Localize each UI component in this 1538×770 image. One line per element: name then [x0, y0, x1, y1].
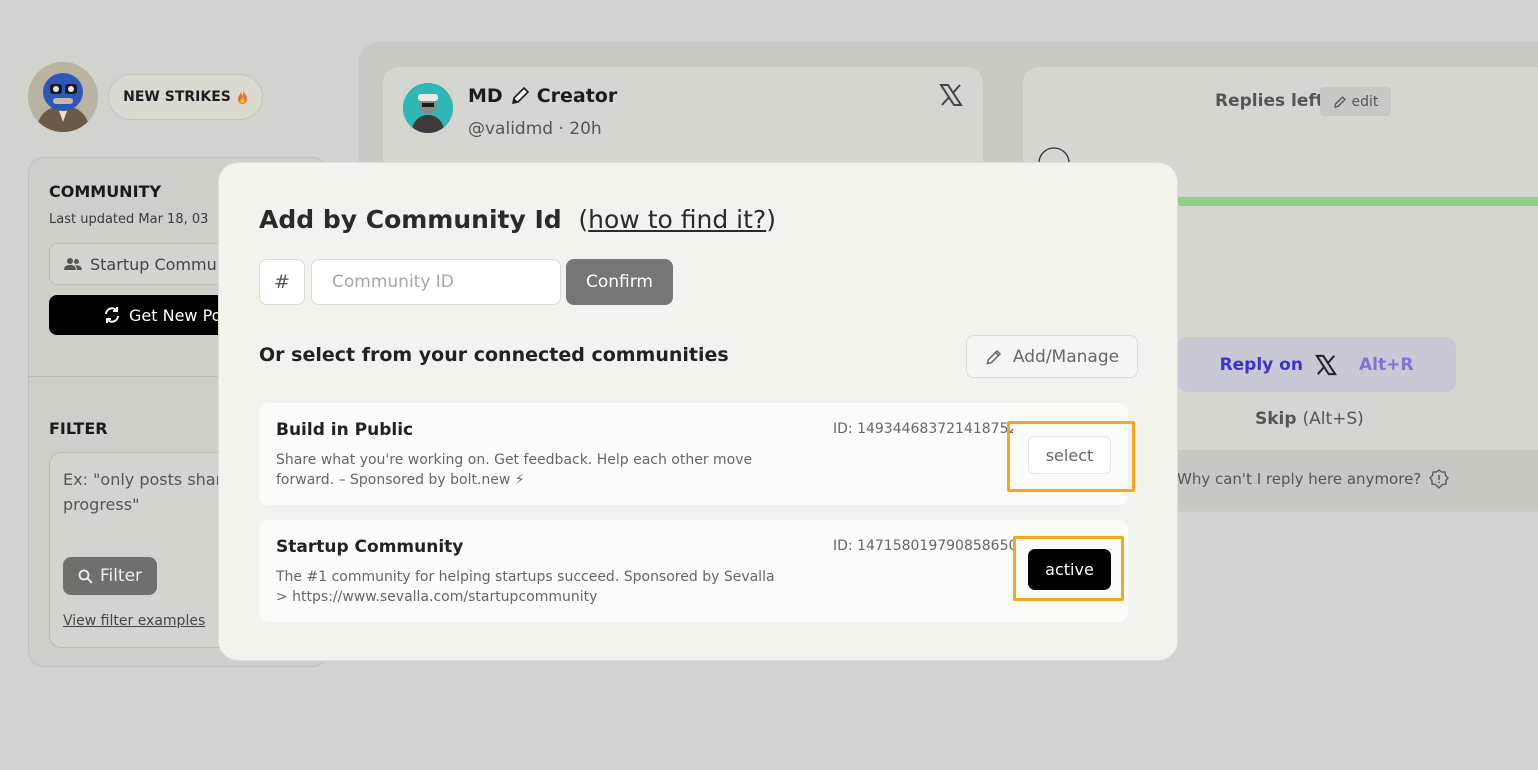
new-strikes-button[interactable]: NEW STRIKES — [108, 74, 263, 120]
highlight-box-active — [1013, 536, 1124, 601]
author-avatar-illustration — [403, 83, 453, 133]
post-author-avatar[interactable] — [403, 83, 453, 133]
paren-open: ( — [578, 205, 589, 234]
community-section-title: COMMUNITY — [49, 182, 162, 201]
hash-prefix: # — [259, 259, 305, 305]
users-icon — [64, 258, 82, 270]
replies-left-label: Replies left — [1215, 91, 1324, 111]
search-icon — [78, 569, 93, 584]
filter-button[interactable]: Filter — [63, 557, 157, 595]
filter-button-label: Filter — [99, 566, 143, 586]
refresh-icon — [105, 307, 119, 323]
community-description: Share what you're working on. Get feedba… — [276, 452, 753, 488]
modal-title: Add by Community Id (how to find it?) — [259, 205, 776, 234]
modal-title-text: Add by Community Id — [259, 205, 562, 234]
community-id-text: ID: 1493446837214187523 — [833, 421, 1013, 437]
flame-icon — [237, 90, 247, 104]
post-handle-time: @validmd · 20h — [468, 119, 602, 139]
replies-progress-bar — [1178, 197, 1538, 206]
edit-replies-button[interactable]: edit — [1320, 87, 1391, 116]
reply-shortcut: Alt+R — [1358, 354, 1414, 375]
post-author-name: MD Creator — [468, 85, 617, 107]
community-card: Build in Public Share what you're workin… — [259, 403, 1128, 505]
warning-badge-icon — [1429, 469, 1450, 489]
edit-label: edit — [1351, 93, 1379, 110]
why-cant-reply-info[interactable]: Why can't I reply here anymore? — [1177, 450, 1538, 508]
x-logo-icon — [1314, 354, 1337, 375]
how-to-find-link[interactable]: how to find it? — [588, 205, 766, 234]
avatar-illustration — [28, 62, 98, 132]
paren-close: ) — [766, 205, 776, 234]
community-description: The #1 community for helping startups su… — [276, 569, 775, 605]
pencil-icon — [1333, 95, 1346, 108]
skip-shortcut: (Alt+S) — [1302, 409, 1364, 429]
community-name: Startup Community — [276, 537, 464, 557]
reply-on-x-button[interactable]: Reply on Alt+R — [1177, 337, 1456, 392]
author-name: MD — [468, 85, 503, 107]
community-id-input[interactable] — [311, 259, 561, 305]
add-manage-label: Add/Manage — [1012, 346, 1120, 367]
last-updated-text: Last updated Mar 18, 03 — [49, 212, 209, 227]
pencil-icon — [511, 86, 529, 105]
highlight-box-select — [1007, 421, 1135, 492]
pencil-icon — [986, 349, 1001, 364]
get-new-posts-label: Get New Po — [129, 305, 222, 325]
filter-section-title: FILTER — [49, 419, 108, 438]
why-text: Why can't I reply here anymore? — [1177, 470, 1422, 488]
confirm-button[interactable]: Confirm — [566, 259, 673, 305]
reply-on-label: Reply on — [1219, 354, 1303, 375]
community-select-value: Startup Commu — [90, 254, 217, 274]
add-manage-button[interactable]: Add/Manage — [966, 335, 1138, 378]
user-avatar[interactable] — [28, 62, 98, 132]
community-name: Build in Public — [276, 420, 414, 440]
view-filter-examples-link[interactable]: View filter examples — [63, 613, 205, 629]
how-to-find-wrapper: (how to find it?) — [578, 205, 776, 234]
connected-communities-heading: Or select from your connected communitie… — [259, 344, 729, 366]
community-id-text: ID: 1471580197908586503 — [833, 538, 1013, 554]
author-title: Creator — [536, 85, 618, 107]
skip-button[interactable]: Skip (Alt+S) — [1255, 409, 1364, 429]
x-logo-icon[interactable] — [939, 83, 963, 107]
community-card: Startup Community The #1 community for h… — [259, 520, 1128, 622]
skip-label: Skip — [1255, 409, 1297, 429]
strikes-label: NEW STRIKES — [123, 89, 231, 105]
